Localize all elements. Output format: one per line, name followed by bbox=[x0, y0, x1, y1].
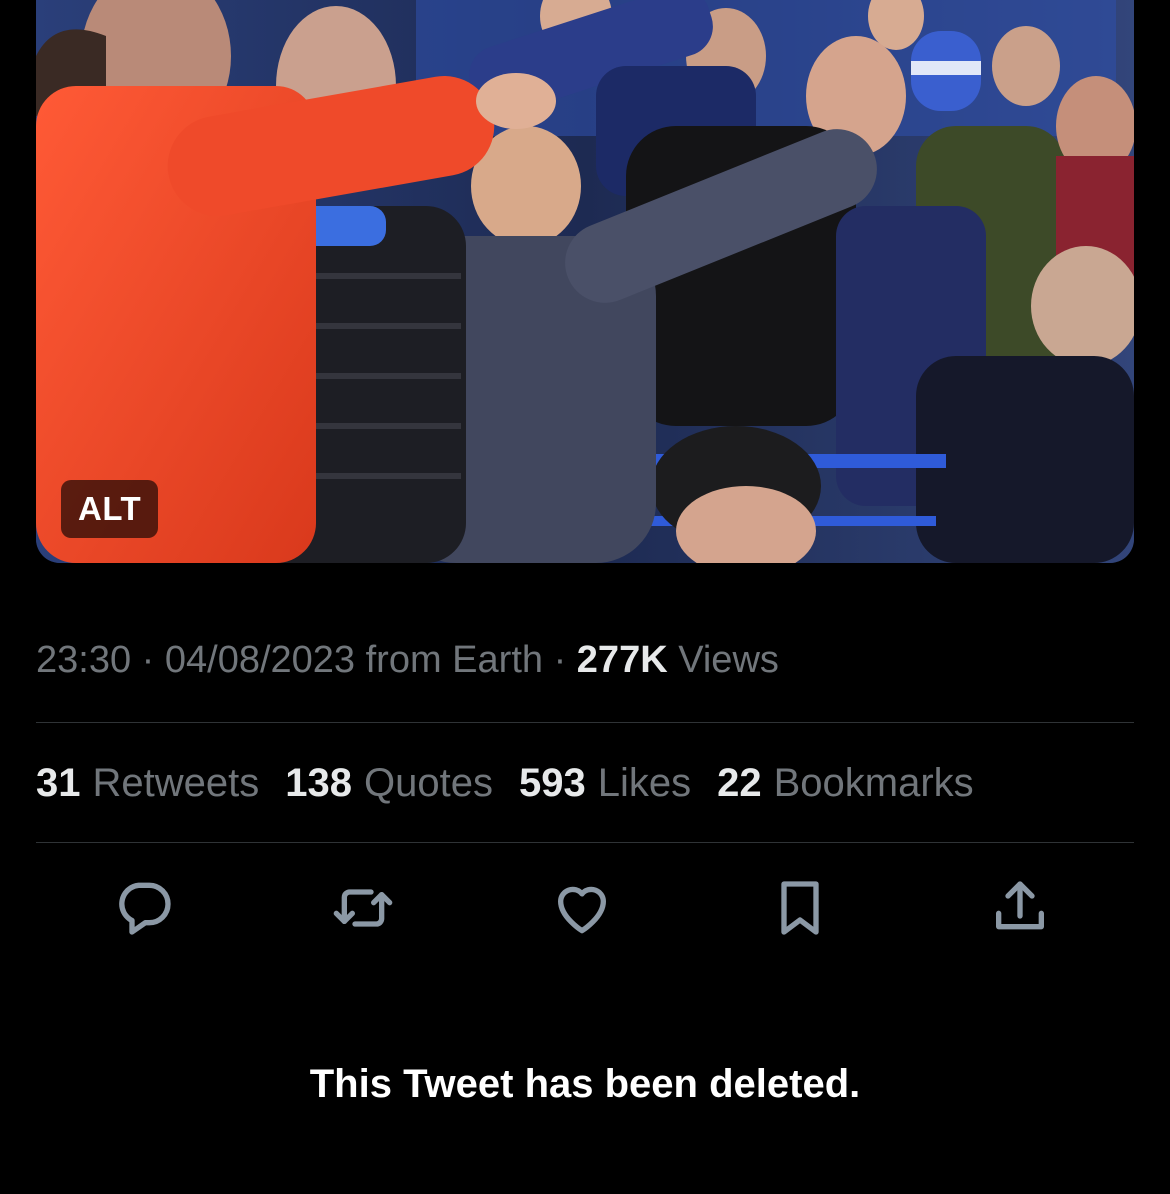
quotes-count: 138 bbox=[285, 761, 352, 805]
tweet-action-bar bbox=[0, 870, 1170, 946]
likes-count: 593 bbox=[518, 761, 586, 805]
reply-button[interactable] bbox=[106, 870, 182, 946]
engagement-stats: 31 Retweets 138 Quotes 593 Likes 22 Book… bbox=[36, 755, 1000, 811]
meta-separator: · bbox=[553, 639, 567, 681]
bookmark-icon bbox=[781, 881, 819, 935]
divider bbox=[36, 842, 1134, 843]
bookmarks-count: 22 bbox=[717, 761, 762, 805]
likes-label: Likes bbox=[597, 761, 692, 805]
divider bbox=[36, 722, 1134, 723]
views-label[interactable]: Views bbox=[678, 639, 779, 681]
retweets-label: Retweets bbox=[92, 761, 260, 805]
quotes-label: Quotes bbox=[364, 761, 493, 805]
tweet-metadata: 23:30 · 04/08/2023 from Earth · 277K Vie… bbox=[36, 632, 779, 688]
tweet-source: from Earth bbox=[365, 639, 544, 681]
bookmark-button[interactable] bbox=[762, 870, 838, 946]
tweet-deleted-notice: This Tweet has been deleted. bbox=[309, 1062, 861, 1106]
meta-separator: · bbox=[141, 639, 155, 681]
share-icon bbox=[996, 881, 1044, 930]
likes-stat[interactable]: 593 Likes bbox=[519, 755, 691, 811]
like-button[interactable] bbox=[544, 870, 620, 946]
bookmarks-stat[interactable]: 22 Bookmarks bbox=[717, 755, 974, 811]
share-button[interactable] bbox=[982, 870, 1058, 946]
crowd-photo bbox=[36, 0, 1134, 563]
bookmarks-label: Bookmarks bbox=[773, 761, 974, 805]
retweets-count: 31 bbox=[36, 761, 81, 805]
quotes-stat[interactable]: 138 Quotes bbox=[285, 755, 493, 811]
retweets-stat[interactable]: 31 Retweets bbox=[36, 755, 259, 811]
heart-icon bbox=[558, 886, 606, 934]
retweet-button[interactable] bbox=[325, 870, 401, 946]
tweet-time[interactable]: 23:30 bbox=[36, 639, 131, 681]
tweet-media-photo[interactable]: ALT bbox=[36, 0, 1134, 563]
tweet-date[interactable]: 04/08/2023 bbox=[165, 639, 355, 681]
retweet-icon bbox=[333, 889, 393, 927]
reply-icon bbox=[119, 882, 171, 935]
views-count[interactable]: 277K bbox=[577, 639, 668, 681]
alt-text-badge[interactable]: ALT bbox=[61, 480, 159, 538]
